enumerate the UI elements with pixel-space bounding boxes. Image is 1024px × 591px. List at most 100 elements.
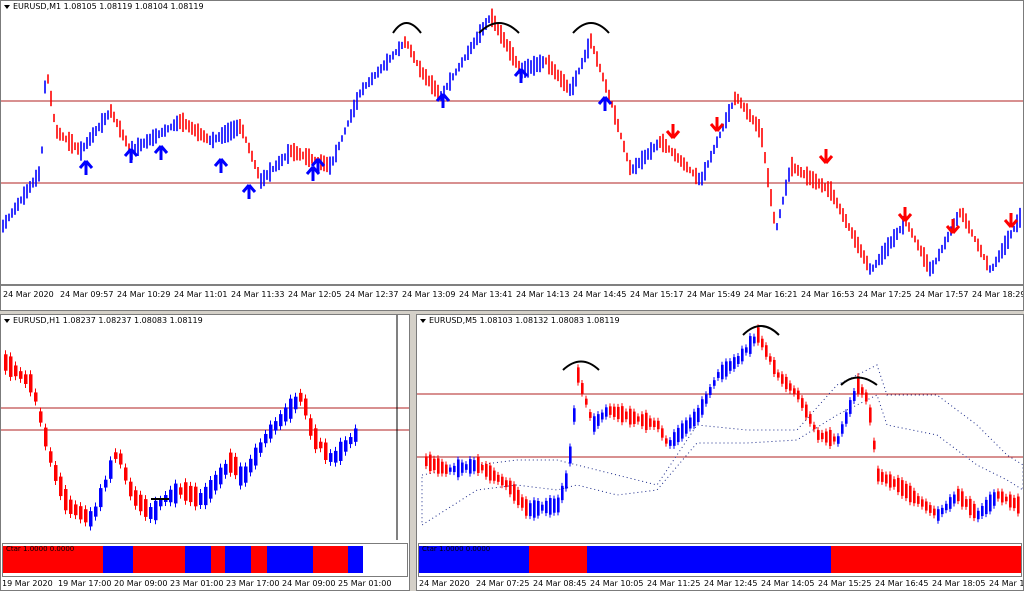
candle-body bbox=[457, 459, 460, 478]
candle-body bbox=[709, 387, 712, 395]
h1-chart-canvas bbox=[1, 315, 409, 540]
candle-body bbox=[493, 470, 496, 481]
time-axis-label: 24 Mar 18:05 bbox=[932, 579, 986, 588]
candle-body bbox=[713, 380, 716, 386]
time-axis-label: 24 Mar 2020 bbox=[419, 579, 470, 588]
candle-body bbox=[697, 407, 700, 423]
candle-body bbox=[905, 483, 908, 499]
candle-body bbox=[689, 417, 692, 429]
candle-body bbox=[977, 510, 980, 520]
time-axis-label: 24 Mar 12:37 bbox=[345, 290, 399, 299]
m5-chart-canvas bbox=[417, 324, 1023, 526]
candle-body bbox=[94, 506, 98, 517]
candle-body bbox=[214, 474, 218, 491]
candle-body bbox=[845, 412, 848, 424]
indicator-band bbox=[185, 546, 211, 573]
candle-body bbox=[189, 485, 193, 503]
candle-body bbox=[949, 497, 952, 509]
candle-body bbox=[885, 474, 888, 484]
m5-indicator-panel: Ctar 1.0000 0.0000 bbox=[418, 543, 1022, 577]
candle-body bbox=[144, 499, 148, 517]
candle-body bbox=[39, 411, 43, 423]
candle-body bbox=[485, 463, 488, 477]
candle-body bbox=[344, 440, 348, 452]
ichimoku-cloud bbox=[421, 364, 1023, 526]
indicator-band bbox=[211, 546, 225, 573]
candle-body bbox=[114, 452, 118, 459]
candle-body bbox=[445, 464, 448, 474]
sell-arrow-icon bbox=[1003, 213, 1019, 228]
candle-body bbox=[269, 424, 273, 439]
candle-body bbox=[244, 466, 248, 483]
candle-body bbox=[179, 487, 183, 495]
candle-body bbox=[877, 468, 880, 482]
candle-body bbox=[661, 428, 664, 438]
m5-chart-window[interactable]: EURUSD,M5 1.08103 1.08132 1.08083 1.0811… bbox=[416, 314, 1024, 591]
candle-body bbox=[665, 438, 668, 444]
time-axis-label: 24 Mar 15:49 bbox=[687, 290, 741, 299]
candle-body bbox=[849, 400, 852, 414]
candle-body bbox=[44, 427, 48, 447]
candle-body bbox=[973, 503, 976, 519]
candle-body bbox=[209, 480, 213, 499]
candle-body bbox=[941, 507, 944, 515]
candle-body bbox=[953, 494, 956, 504]
candle-body bbox=[817, 430, 820, 440]
candle-body bbox=[901, 480, 904, 496]
candle-body bbox=[501, 476, 504, 486]
candle-body bbox=[717, 372, 720, 378]
candle-body bbox=[937, 509, 940, 521]
candle-body bbox=[841, 424, 844, 434]
candle-body bbox=[14, 365, 18, 377]
indicator-band bbox=[133, 546, 185, 573]
candle-body bbox=[669, 440, 672, 446]
candle-body bbox=[64, 489, 68, 511]
time-axis-label: 24 Mar 11:01 bbox=[174, 290, 228, 299]
m1-chart-window[interactable]: EURUSD,M1 1.08105 1.08119 1.08104 1.0811… bbox=[0, 0, 1024, 311]
candle-body bbox=[497, 474, 500, 482]
candle-body bbox=[873, 440, 876, 450]
candle-body bbox=[561, 485, 564, 501]
candle-body bbox=[881, 472, 884, 482]
time-axis-label: 24 Mar 11:25 bbox=[647, 579, 701, 588]
time-axis-label: 24 Mar 12:45 bbox=[704, 579, 758, 588]
candle-body bbox=[585, 398, 588, 405]
time-axis-label: 24 Mar 16:21 bbox=[744, 290, 798, 299]
top-arc-marker bbox=[572, 22, 610, 34]
time-axis-label: 23 Mar 17:00 bbox=[226, 579, 280, 588]
h1-chart-window[interactable]: EURUSD,H1 1.08237 1.08237 1.08083 1.0811… bbox=[0, 314, 410, 591]
indicator-band bbox=[831, 546, 1021, 573]
h1-indicator-label: Ctar 1.0000 0.0000 bbox=[6, 545, 75, 553]
time-axis-label: 24 Mar 10:05 bbox=[590, 579, 644, 588]
candle-body bbox=[657, 420, 660, 430]
candle-body bbox=[605, 407, 608, 417]
candle-body bbox=[289, 398, 293, 419]
candle-body bbox=[889, 474, 892, 488]
indicator-band bbox=[587, 546, 831, 573]
candle-body bbox=[725, 361, 728, 377]
m5-indicator-label: Ctar 1.0000 0.0000 bbox=[422, 545, 491, 553]
candle-body bbox=[753, 336, 756, 344]
candle-body bbox=[29, 374, 33, 393]
candle-body bbox=[633, 411, 636, 425]
m5-time-axis: 24 Mar 2020 24 Mar 07:25 24 Mar 08:45 24 Ma… bbox=[417, 578, 1023, 590]
candle-body bbox=[525, 499, 528, 516]
candle-body bbox=[249, 458, 253, 473]
candle-body bbox=[349, 437, 353, 445]
candle-body bbox=[805, 404, 808, 418]
time-axis-label: 24 Mar 2020 bbox=[3, 290, 54, 299]
buy-arrow-icon bbox=[78, 160, 94, 175]
candle-body bbox=[781, 374, 784, 384]
candle-body bbox=[721, 364, 724, 380]
candle-body bbox=[969, 498, 972, 516]
candle-body bbox=[304, 398, 308, 416]
indicator-band bbox=[529, 546, 587, 573]
candle-body bbox=[529, 503, 532, 517]
candle-body bbox=[553, 498, 556, 513]
time-axis-label: 24 Mar 10:29 bbox=[117, 290, 171, 299]
candle-body bbox=[521, 497, 524, 508]
candle-body bbox=[1005, 496, 1008, 502]
candle-body bbox=[314, 428, 318, 450]
candle-body bbox=[339, 441, 343, 461]
candle-body bbox=[897, 477, 900, 493]
